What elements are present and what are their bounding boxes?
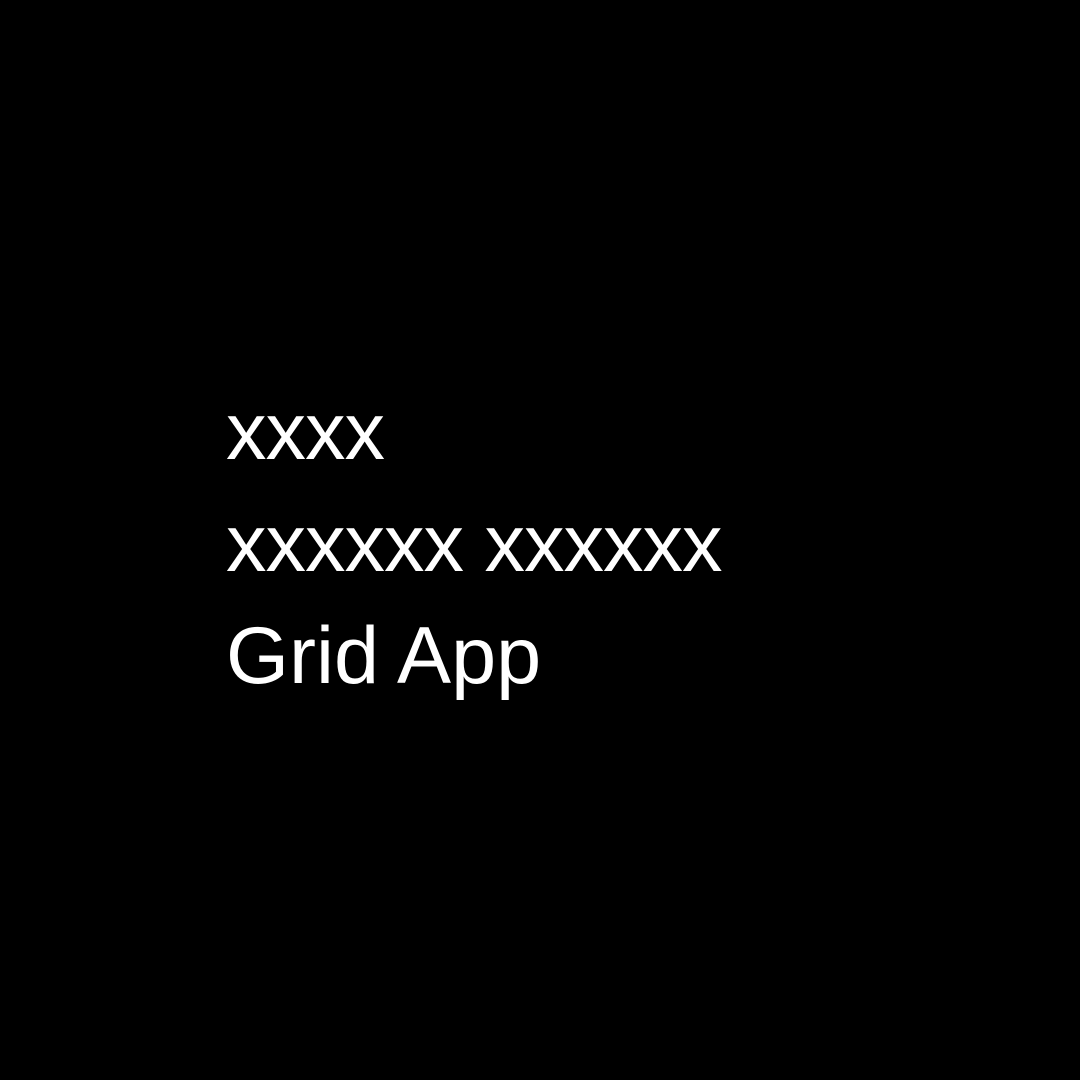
splash-screen: xxxx xxxxxx xxxxxx Grid App — [0, 0, 1080, 1080]
placeholder-line-1: xxxx — [226, 387, 385, 477]
placeholder-line-2: xxxxxx xxxxxx — [226, 499, 723, 589]
app-name: Grid App — [226, 611, 542, 701]
title-text-block: xxxx xxxxxx xxxxxx Grid App — [226, 376, 1026, 712]
